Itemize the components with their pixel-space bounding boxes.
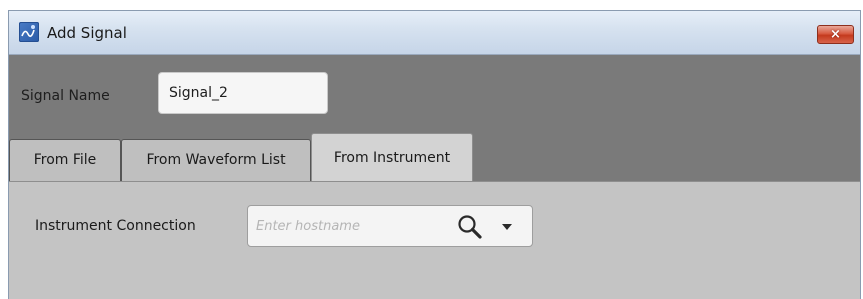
title-bar: Add Signal × bbox=[9, 11, 860, 55]
search-icon[interactable] bbox=[456, 214, 484, 240]
close-button[interactable]: × bbox=[817, 25, 854, 44]
add-signal-dialog: Add Signal × Signal Name From File From … bbox=[8, 10, 861, 299]
signal-name-input[interactable] bbox=[158, 72, 328, 114]
tab-from-instrument[interactable]: From Instrument bbox=[311, 133, 473, 181]
window-title: Add Signal bbox=[47, 24, 127, 42]
signal-name-label: Signal Name bbox=[21, 88, 110, 104]
source-tabs: From File From Waveform List From Instru… bbox=[9, 131, 860, 181]
app-icon bbox=[19, 22, 39, 42]
close-icon: × bbox=[830, 27, 841, 42]
tab-content-panel: Instrument Connection bbox=[9, 181, 860, 299]
instrument-connection-label: Instrument Connection bbox=[35, 218, 196, 234]
instrument-connection-combobox[interactable] bbox=[247, 205, 533, 247]
signal-name-row: Signal Name bbox=[9, 55, 860, 114]
app-icon-graphic bbox=[21, 25, 35, 38]
chevron-down-icon[interactable] bbox=[500, 220, 514, 234]
hostname-input[interactable] bbox=[248, 206, 456, 246]
tab-from-file[interactable]: From File bbox=[9, 139, 121, 181]
tab-from-waveform-list[interactable]: From Waveform List bbox=[121, 139, 311, 181]
